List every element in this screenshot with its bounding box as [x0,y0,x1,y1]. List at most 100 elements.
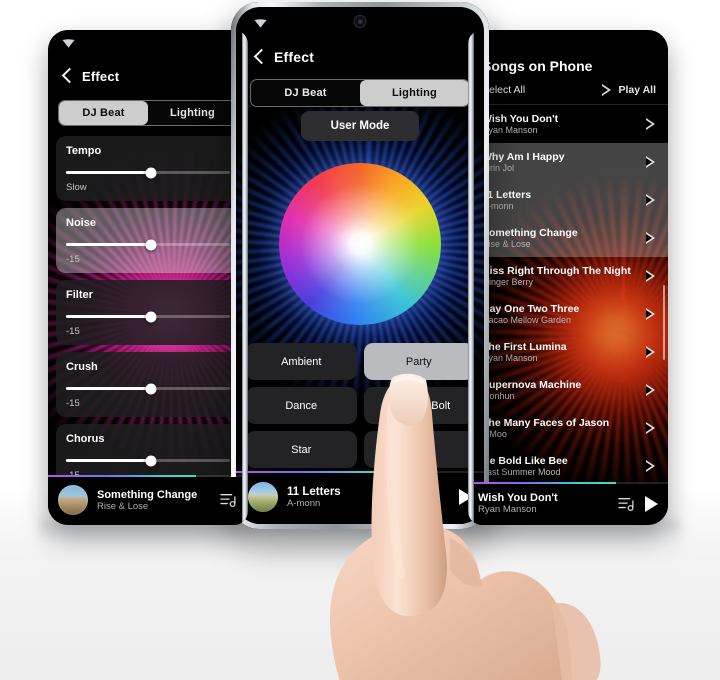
slider-knob[interactable] [145,311,157,322]
front-camera-icon [353,15,367,28]
slider-track[interactable] [66,455,230,466]
table-row[interactable]: Something Change Rise & Lose [468,219,668,257]
now-playing-artist: Rise & Lose [97,500,149,512]
dj-beat-slider-list: Tempo Slow Noise -15 Filter -15 Crush -1… [48,136,248,519]
center-progress-track[interactable] [236,471,484,473]
slider-card-noise[interactable]: Noise -15 [56,208,240,273]
slider-card-tempo[interactable]: Tempo Slow [56,136,240,201]
play-outline-icon[interactable] [646,346,656,358]
song-artist: A-monn [482,201,514,211]
left-progress-fill [48,475,196,477]
chevron-left-icon[interactable] [58,67,76,85]
right-progress-fill [468,482,616,484]
song-artist: Y.Moo [482,429,507,439]
left-phone-frame-edge [242,30,248,525]
table-row[interactable]: Why Am I Happy Kirin Jol [468,143,668,181]
center-page-title: Effect [274,49,315,65]
table-row[interactable]: The Many Faces of Jason Y.Moo [468,409,668,447]
play-outline-icon[interactable] [646,118,656,130]
slider-value: -15 [66,254,80,265]
table-row[interactable]: Supernova Machine Monhun [468,371,668,409]
play-outline-icon[interactable] [646,270,656,282]
play-icon[interactable] [645,495,658,512]
slider-knob[interactable] [145,239,157,250]
slider-value: -15 [66,326,80,337]
slider-card-filter[interactable]: Filter -15 [56,280,240,345]
play-outline-icon[interactable] [646,422,656,434]
song-artist: Cacao Mellow Garden [482,315,572,325]
songs-page-title: Songs on Phone [482,58,593,74]
mode-button-empty[interactable] [363,431,474,468]
tab-lighting[interactable]: Lighting [360,80,469,106]
now-playing-artist: Ryan Manson [478,504,537,515]
song-title: Something Change [482,227,578,239]
song-title: Why Am I Happy [482,151,565,163]
now-playing-title: 11 Letters [287,485,341,498]
slider-track[interactable] [66,383,230,394]
tab-dj-beat[interactable]: DJ Beat [251,80,360,106]
slider-track[interactable] [66,167,230,178]
slider-knob[interactable] [145,167,157,178]
slider-knob[interactable] [145,383,157,394]
table-row[interactable]: Kiss Right Through The Night Ginger Berr… [468,257,668,295]
song-title: Day One Two Three [482,303,580,315]
tab-dj-beat[interactable]: DJ Beat [59,101,148,125]
left-progress-track[interactable] [48,475,248,477]
play-outline-icon[interactable] [646,194,656,206]
play-outline-icon[interactable] [646,384,656,396]
album-art [248,482,278,512]
table-row[interactable]: Wish You Don't Ryan Manson [468,105,668,143]
left-phone-screen: Effect DJ Beat Lighting Tempo Slow Noise [48,30,248,525]
song-title: 11 Letters [482,189,532,201]
slider-value: -15 [66,398,80,409]
center-app-bar: Effect [236,37,484,77]
table-row[interactable]: The First Lumina Ryan Manson [468,333,668,371]
mode-button-ambient[interactable]: Ambient [246,343,357,380]
song-artist: Rise & Lose [482,239,531,249]
user-mode-button[interactable]: User Mode [301,111,419,141]
slider-track[interactable] [66,311,230,322]
playlist-music-icon[interactable] [220,492,238,508]
right-phone: Songs on Phone Select All Play All Wish … [468,30,668,525]
play-outline-icon[interactable] [646,232,656,244]
table-row[interactable]: Be Bold Like Bee Last Summer Mood [468,447,668,485]
play-outline-icon[interactable] [646,460,656,472]
slider-track[interactable] [66,239,230,250]
album-art [58,485,88,515]
left-page-title: Effect [82,68,120,84]
play-all-label: Play All [618,84,656,96]
center-effect-tabs: DJ Beat Lighting [250,79,470,107]
table-row[interactable]: 11 Letters A-monn [468,181,668,219]
wifi-icon [254,19,267,28]
slider-knob[interactable] [145,455,157,466]
color-wheel-picker[interactable] [279,163,441,325]
song-title: Be Bold Like Bee [482,455,568,467]
mode-button-dance[interactable]: Dance [246,387,357,424]
playlist-music-icon[interactable] [618,496,636,512]
mode-button-star[interactable]: Star [246,431,357,468]
chevron-left-icon[interactable] [250,48,268,66]
play-outline-icon[interactable] [646,308,656,320]
scene-root: Effect DJ Beat Lighting Tempo Slow Noise [0,0,720,680]
play-outline-icon[interactable] [646,156,656,168]
now-playing-title: Something Change [97,488,198,501]
center-phone-screen: Effect DJ Beat Lighting User Mode Ambien… [236,7,484,524]
play-all-button[interactable]: Play All [602,84,656,96]
play-outline-icon [602,84,612,96]
wifi-icon [62,39,75,48]
song-artist: Ryan Manson [482,125,538,135]
center-status-bar [236,7,484,37]
song-artist: Monhun [482,391,515,401]
table-row[interactable]: Day One Two Three Cacao Mellow Garden [468,295,668,333]
right-progress-track[interactable] [468,482,668,484]
right-scrollbar[interactable] [663,285,665,360]
mode-button-party[interactable]: Party [363,343,474,380]
left-now-playing-bar: Something Change Rise & Lose [48,475,248,525]
right-phone-frame-edge [468,30,474,525]
song-artist: Kirin Jol [482,163,515,173]
mode-button-thunder-bolt[interactable]: Thunder Bolt [363,387,474,424]
lighting-mode-grid: Ambient Party Dance Thunder Bolt Star [246,343,474,468]
tab-lighting[interactable]: Lighting [148,101,237,125]
slider-card-crush[interactable]: Crush -15 [56,352,240,417]
song-title: Wish You Don't [482,113,559,125]
